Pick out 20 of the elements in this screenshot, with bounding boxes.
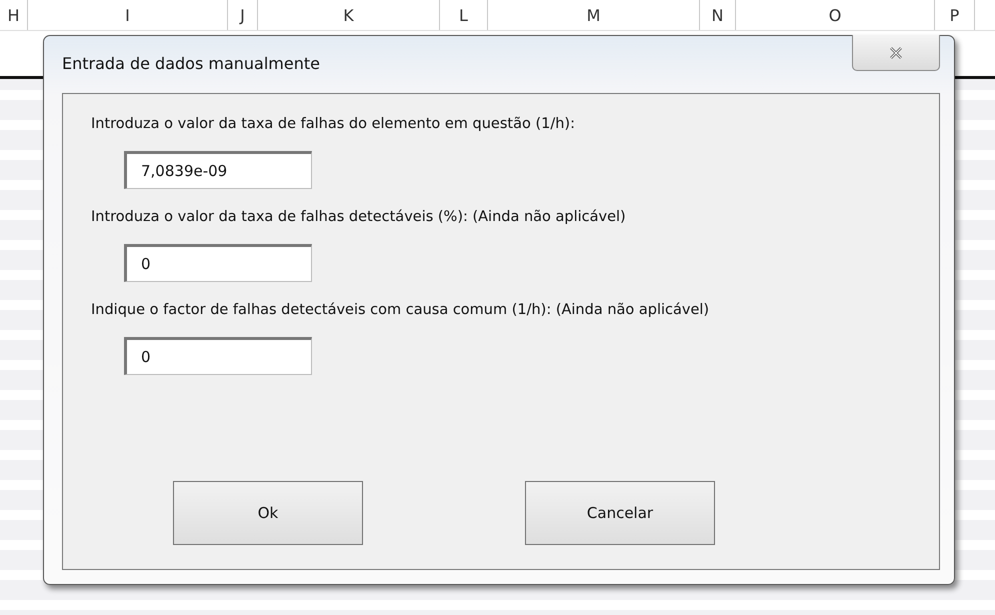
column-header[interactable]: N: [712, 6, 724, 24]
column-header[interactable]: O: [828, 6, 842, 24]
column-header[interactable]: L: [459, 6, 468, 24]
column-header[interactable]: P: [950, 6, 960, 24]
field-label: Introduza o valor da taxa de falhas detectáveis (%): (Ainda não aplicável): [91, 209, 627, 227]
column-header[interactable]: K: [343, 6, 354, 24]
column-header[interactable]: H: [7, 6, 20, 24]
window-title: Entrada de dados manualmente: [62, 54, 320, 73]
close-button[interactable]: [852, 35, 940, 71]
dialog-button[interactable]: Ok: [173, 481, 363, 545]
dialog-button[interactable]: Cancelar: [525, 481, 715, 545]
column-header[interactable]: I: [125, 6, 130, 24]
input-field[interactable]: 7,0839e-09: [124, 151, 312, 189]
field-label: Introduza o valor da taxa de falhas do elemento em questão (1/h):: [91, 116, 576, 134]
field-label: Indique o factor de falhas detectáveis com causa comum (1/h): (Ainda não aplicável): [91, 302, 710, 320]
input-field[interactable]: 0: [124, 244, 312, 282]
close-icon: [889, 46, 903, 58]
column-header[interactable]: J: [240, 6, 245, 24]
column-header[interactable]: M: [586, 6, 600, 24]
input-field[interactable]: 0: [124, 337, 312, 375]
